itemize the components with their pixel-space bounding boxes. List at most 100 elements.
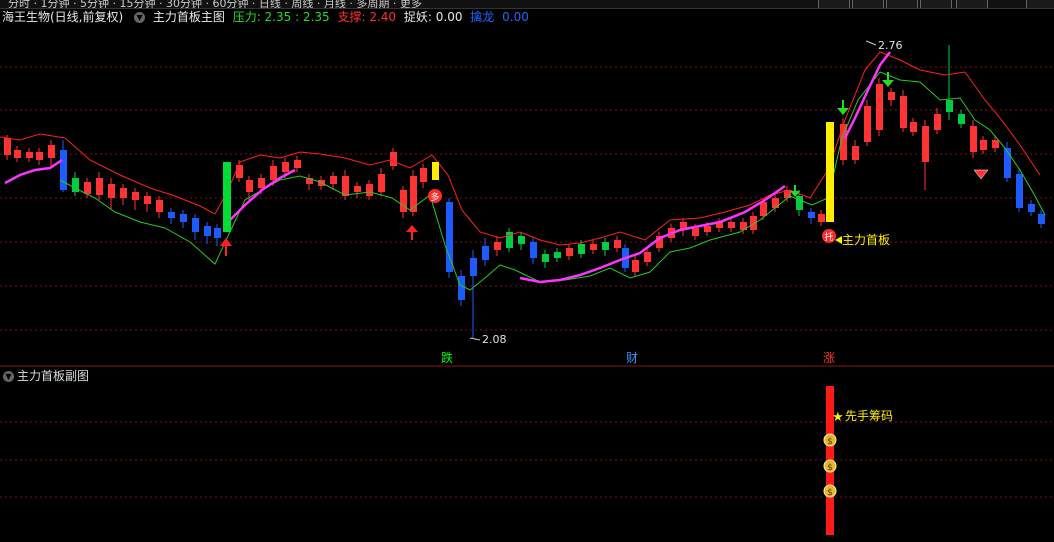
svg-text:多: 多 xyxy=(430,191,439,203)
bottom-status-bar xyxy=(0,535,1054,542)
wealth-mark: 财 xyxy=(626,351,638,365)
candle-body xyxy=(518,236,525,244)
candle-body xyxy=(578,244,585,254)
candle-body xyxy=(214,228,221,238)
candle-body xyxy=(760,202,767,216)
arrow-up-icon xyxy=(220,238,232,256)
chart-canvas[interactable]: 2.76 2.08 多 托 主力首板 跌 财 涨 ★ 先手筹码 $ $ $ xyxy=(0,0,1054,542)
arrow-up-icon xyxy=(406,225,418,240)
candle-body xyxy=(934,114,941,130)
candle-body xyxy=(4,138,11,155)
candle-body xyxy=(888,92,895,100)
candle-body xyxy=(120,188,127,198)
candle-body xyxy=(236,165,243,178)
first-board-bar-green xyxy=(223,162,231,232)
svg-text:$: $ xyxy=(827,437,833,447)
candle-body xyxy=(876,84,883,130)
candle-body xyxy=(864,106,871,142)
candle-body xyxy=(14,150,21,158)
candle-body xyxy=(970,126,977,152)
fall-mark: 跌 xyxy=(441,350,453,365)
candle-body xyxy=(644,252,651,262)
candle-body xyxy=(192,218,199,232)
candle-body xyxy=(420,168,427,182)
candle-body xyxy=(330,176,337,184)
coin-icon: $ xyxy=(823,459,837,473)
svg-text:$: $ xyxy=(827,463,833,473)
candle-body xyxy=(494,242,501,250)
candle-body xyxy=(808,212,815,218)
candle-body xyxy=(900,96,907,128)
high-price-label: 2.76 xyxy=(878,39,903,52)
support-line xyxy=(59,71,1046,291)
candle-body xyxy=(168,212,175,218)
candle-body xyxy=(796,196,803,210)
candle-body xyxy=(772,198,779,208)
candle-body xyxy=(590,244,597,250)
main-grid xyxy=(0,66,1054,498)
tuo-badge: 托 xyxy=(822,229,836,243)
candle-body xyxy=(26,152,33,158)
candle-body xyxy=(614,240,621,248)
candle-body xyxy=(354,186,361,192)
candle-body xyxy=(378,174,385,192)
candle-body xyxy=(446,202,453,272)
candle-body xyxy=(84,182,91,194)
candle-body xyxy=(410,176,417,212)
candle-body xyxy=(602,242,609,250)
candle-body xyxy=(258,178,265,188)
candle-body xyxy=(818,214,825,222)
candle-body xyxy=(458,276,465,300)
candle-body xyxy=(144,196,151,204)
candle-body xyxy=(204,226,211,236)
svg-text:$: $ xyxy=(827,488,833,498)
coin-icon: $ xyxy=(823,484,837,498)
candle-body xyxy=(366,184,373,196)
chip-annotation: 先手筹码 xyxy=(845,409,893,423)
candle-body xyxy=(282,162,289,172)
candle-body xyxy=(180,214,187,222)
candle-body xyxy=(270,166,277,180)
candle-body xyxy=(852,146,859,160)
arrow-down-icon xyxy=(882,72,894,87)
candle-body xyxy=(36,152,43,160)
gem-icon xyxy=(973,169,989,180)
candle-body xyxy=(692,228,699,236)
first-board-annotation: 主力首板 xyxy=(835,233,890,247)
rise-mark: 涨 xyxy=(823,350,835,365)
candle-body xyxy=(542,254,549,262)
candle-body xyxy=(728,222,735,228)
first-board-bar xyxy=(826,122,834,222)
candle-body xyxy=(400,190,407,212)
candle-body xyxy=(132,192,139,200)
candle-body xyxy=(342,176,349,196)
candle-body xyxy=(108,184,115,198)
candle-body xyxy=(910,122,917,132)
candle-body xyxy=(156,200,163,212)
candle-body xyxy=(1016,174,1023,208)
candle-body xyxy=(96,178,103,195)
arrow-down-icon xyxy=(837,100,849,115)
trend-line-magenta xyxy=(4,158,63,185)
candle-body xyxy=(246,180,253,192)
candle-body xyxy=(566,248,573,256)
candle-body xyxy=(554,252,561,258)
first-board-bar-small xyxy=(432,162,439,180)
candle-body xyxy=(958,114,965,124)
low-price-label: 2.08 xyxy=(482,333,507,346)
candle-body xyxy=(704,226,711,232)
candle-body xyxy=(946,100,953,112)
svg-text:主力首板: 主力首板 xyxy=(842,233,890,247)
candle-body xyxy=(1038,214,1045,224)
candle-body xyxy=(980,140,987,150)
star-icon: ★ xyxy=(832,410,844,425)
candle-body xyxy=(530,242,537,258)
candle-body xyxy=(470,258,477,276)
candle-body xyxy=(390,152,397,166)
candle-body xyxy=(294,160,301,168)
candle-body xyxy=(48,145,55,158)
candle-body xyxy=(1028,204,1035,212)
candle-body xyxy=(992,140,999,148)
duo-badge: 多 xyxy=(428,189,442,203)
candle-body xyxy=(482,246,489,260)
